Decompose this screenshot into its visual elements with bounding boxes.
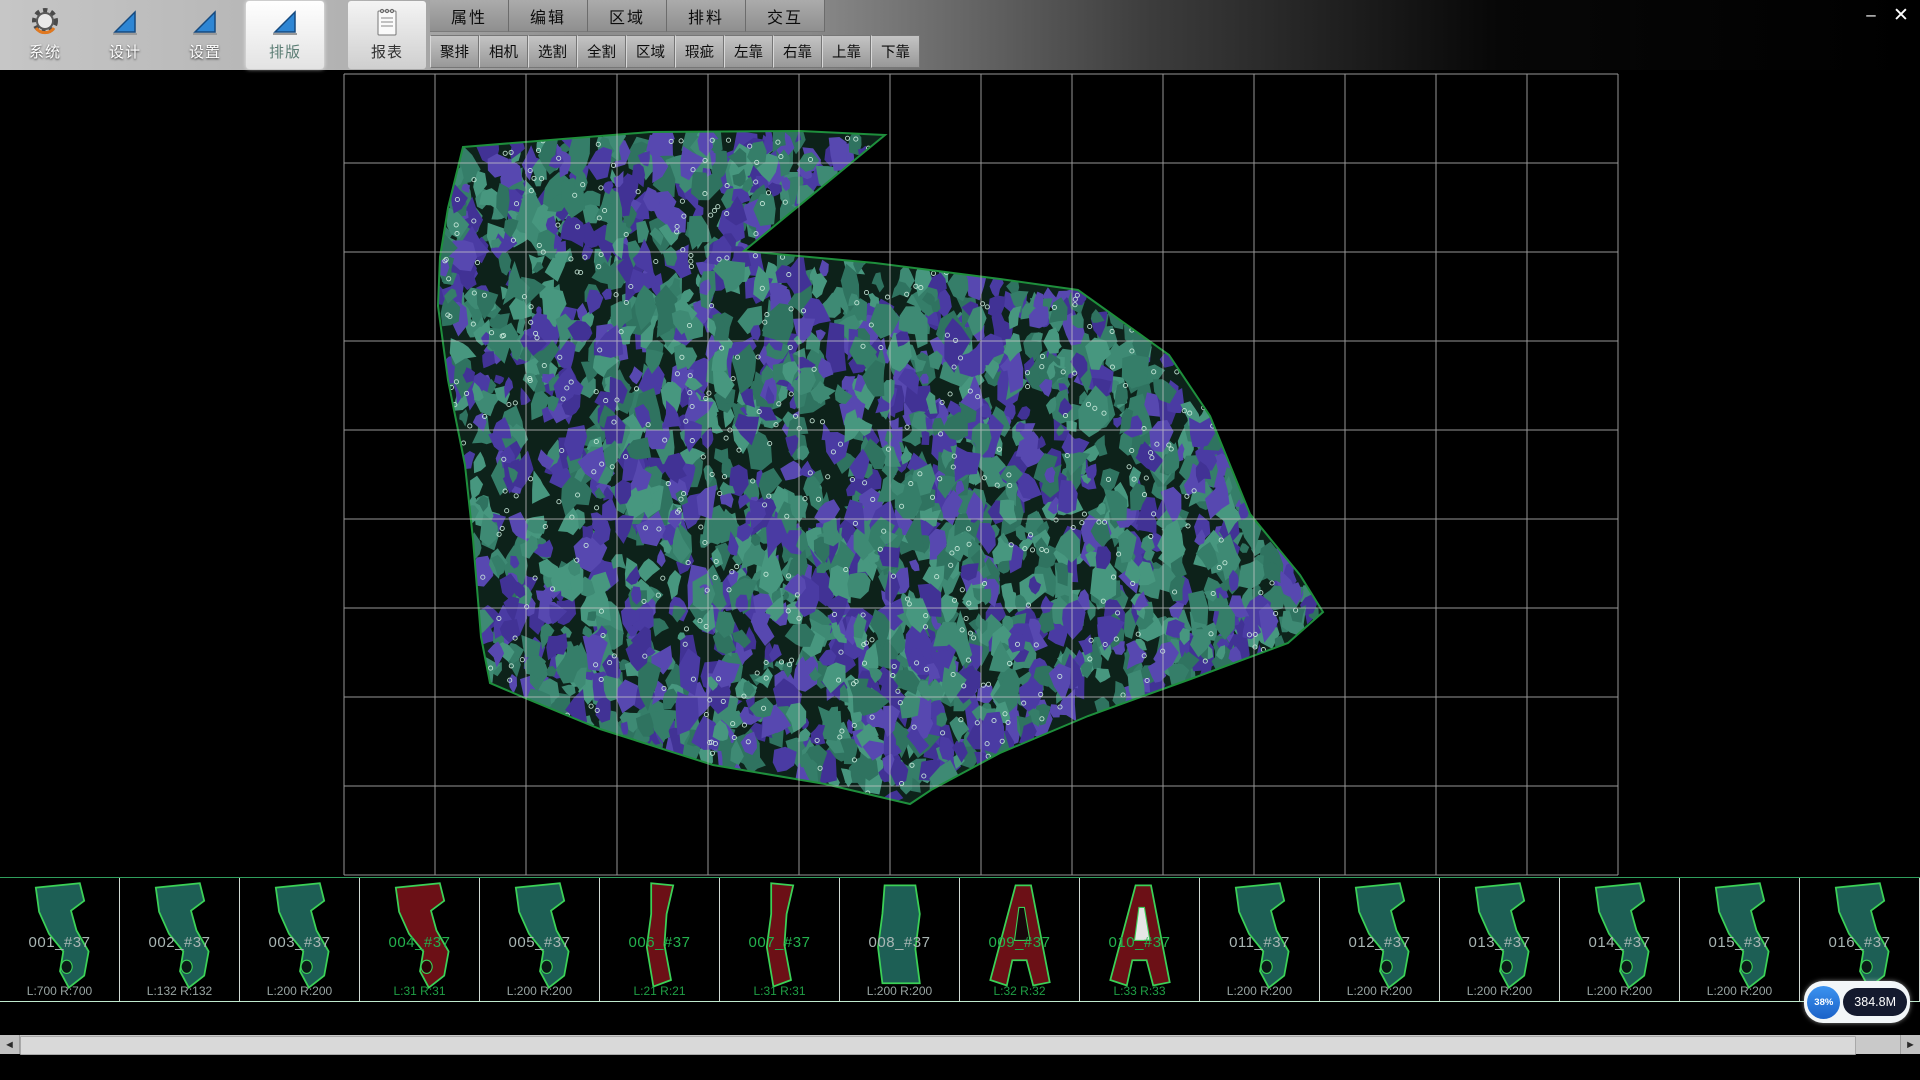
piece-name: 008_#37 <box>840 934 959 951</box>
menu-tab[interactable]: 区域 <box>588 0 667 32</box>
piece-lr-count: L:200 R:200 <box>1680 984 1799 998</box>
tool-buttons-row: 聚排相机选割全割区域瑕疵左靠右靠上靠下靠 <box>430 32 920 70</box>
piece-name: 001_#37 <box>0 934 119 951</box>
piece-lr-count: L:200 R:200 <box>1440 984 1559 998</box>
report-icon <box>369 4 405 40</box>
piece-name: 014_#37 <box>1560 934 1679 951</box>
piece-name: 011_#37 <box>1200 934 1319 951</box>
menu-area: 属性编辑区域排料交互 聚排相机选割全割区域瑕疵左靠右靠上靠下靠 <box>430 0 920 70</box>
tool-button[interactable]: 瑕疵 <box>675 35 724 68</box>
tool-button[interactable]: 右靠 <box>773 35 822 68</box>
minimize-button[interactable]: – <box>1858 4 1884 26</box>
piece-thumbnail[interactable]: 009_#37 L:32 R:32 <box>960 878 1080 1001</box>
piece-lr-count: L:200 R:200 <box>240 984 359 998</box>
piece-lr-count: L:700 R:700 <box>0 984 119 998</box>
close-button[interactable]: ✕ <box>1888 4 1914 26</box>
nesting-drawing <box>0 70 1920 876</box>
main-button-label: 设计 <box>109 41 141 62</box>
main-button-label: 报表 <box>371 41 403 62</box>
settings-icon <box>187 4 223 40</box>
piece-thumbnail[interactable]: 012_#37 L:200 R:200 <box>1320 878 1440 1001</box>
piece-thumbnail[interactable]: 010_#37 L:33 R:33 <box>1080 878 1200 1001</box>
tool-button[interactable]: 选割 <box>528 35 577 68</box>
menu-tab[interactable]: 排料 <box>667 0 746 32</box>
piece-lr-count: L:31 R:31 <box>720 984 839 998</box>
piece-thumbnail[interactable]: 015_#37 L:200 R:200 <box>1680 878 1800 1001</box>
piece-name: 005_#37 <box>480 934 599 951</box>
piece-thumbnail[interactable]: 004_#37 L:31 R:31 <box>360 878 480 1001</box>
piece-name: 003_#37 <box>240 934 359 951</box>
piece-name: 006_#37 <box>600 934 719 951</box>
menu-tab[interactable]: 编辑 <box>509 0 588 32</box>
main-button-label: 设置 <box>189 41 221 62</box>
main-toolbar: 系统 设计 设置 <box>6 1 428 69</box>
piece-thumbnail[interactable]: 003_#37 L:200 R:200 <box>240 878 360 1001</box>
piece-name: 009_#37 <box>960 934 1079 951</box>
piece-name: 015_#37 <box>1680 934 1799 951</box>
layout-icon <box>267 4 303 40</box>
gear-icon <box>27 4 63 40</box>
menu-tabs: 属性编辑区域排料交互 <box>430 0 920 32</box>
piece-name: 012_#37 <box>1320 934 1439 951</box>
progress-badge: 38% <box>1807 986 1840 1019</box>
scroll-left-arrow-icon[interactable]: ◄ <box>0 1035 20 1054</box>
piece-thumbnail[interactable]: 006_#37 L:21 R:21 <box>600 878 720 1001</box>
menu-tab[interactable]: 属性 <box>430 0 509 32</box>
main-button-label: 系统 <box>29 41 61 62</box>
piece-name: 010_#37 <box>1080 934 1199 951</box>
piece-lr-count: L:31 R:31 <box>360 984 479 998</box>
main-button-label: 排版 <box>269 41 301 62</box>
piece-thumbnail[interactable]: 013_#37 L:200 R:200 <box>1440 878 1560 1001</box>
piece-thumbnail[interactable]: 002_#37 L:132 R:132 <box>120 878 240 1001</box>
piece-name: 013_#37 <box>1440 934 1559 951</box>
tool-button[interactable]: 全割 <box>577 35 626 68</box>
piece-thumbnail[interactable]: 011_#37 L:200 R:200 <box>1200 878 1320 1001</box>
pieces-strip: 001_#37 L:700 R:700 002_#37 L:132 R:132 … <box>0 877 1920 1002</box>
menu-tab[interactable]: 交互 <box>746 0 825 32</box>
tool-button[interactable]: 左靠 <box>724 35 773 68</box>
piece-lr-count: L:200 R:200 <box>1200 984 1319 998</box>
design-icon <box>107 4 143 40</box>
piece-lr-count: L:200 R:200 <box>1560 984 1679 998</box>
piece-name: 002_#37 <box>120 934 239 951</box>
main-button-settings[interactable]: 设置 <box>166 1 244 69</box>
memory-indicator: 384.8M <box>1843 988 1907 1016</box>
piece-thumbnail[interactable]: 008_#37 L:200 R:200 <box>840 878 960 1001</box>
top-toolbar: 系统 设计 设置 <box>0 0 1920 70</box>
piece-name: 007_#37 <box>720 934 839 951</box>
piece-lr-count: L:33 R:33 <box>1080 984 1199 998</box>
piece-name: 004_#37 <box>360 934 479 951</box>
piece-name: 016_#37 <box>1800 934 1919 951</box>
scroll-right-arrow-icon[interactable]: ► <box>1900 1035 1920 1054</box>
tool-button[interactable]: 区域 <box>626 35 675 68</box>
piece-lr-count: L:132 R:132 <box>120 984 239 998</box>
piece-lr-count: L:200 R:200 <box>840 984 959 998</box>
tool-button[interactable]: 上靠 <box>822 35 871 68</box>
tool-button[interactable]: 相机 <box>479 35 528 68</box>
piece-thumbnail[interactable]: 005_#37 L:200 R:200 <box>480 878 600 1001</box>
piece-lr-count: L:21 R:21 <box>600 984 719 998</box>
status-widget: 38% 384.8M <box>1804 981 1910 1023</box>
piece-thumbnail[interactable]: 007_#37 L:31 R:31 <box>720 878 840 1001</box>
piece-thumbnail[interactable]: 014_#37 L:200 R:200 <box>1560 878 1680 1001</box>
main-button-report[interactable]: 报表 <box>348 1 426 69</box>
piece-lr-count: L:200 R:200 <box>480 984 599 998</box>
piece-thumbnail[interactable]: 001_#37 L:700 R:700 <box>0 878 120 1001</box>
horizontal-scrollbar[interactable]: ◄ ► <box>0 1035 1920 1054</box>
main-button-system[interactable]: 系统 <box>6 1 84 69</box>
nesting-canvas[interactable] <box>0 70 1920 876</box>
piece-lr-count: L:32 R:32 <box>960 984 1079 998</box>
piece-lr-count: L:200 R:200 <box>1320 984 1439 998</box>
tool-button[interactable]: 聚排 <box>430 35 479 68</box>
main-button-layout[interactable]: 排版 <box>246 1 324 69</box>
scrollbar-thumb[interactable] <box>20 1036 1856 1055</box>
main-button-design[interactable]: 设计 <box>86 1 164 69</box>
tool-button[interactable]: 下靠 <box>871 35 920 68</box>
